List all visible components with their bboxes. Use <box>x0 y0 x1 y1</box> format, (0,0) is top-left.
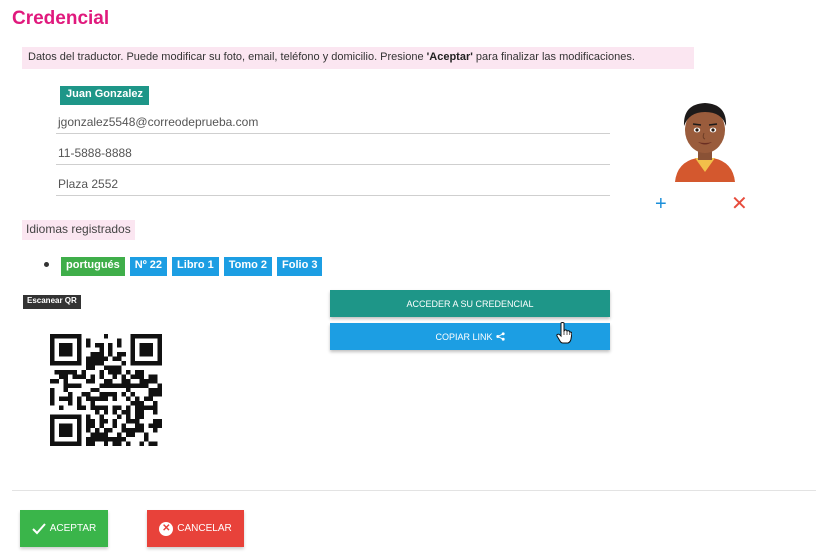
tomo-badge: Tomo 2 <box>223 257 273 276</box>
folio-badge: Folio 3 <box>277 257 323 276</box>
info-message: Datos del traductor. Puede modificar su … <box>22 47 694 69</box>
check-icon <box>32 522 46 534</box>
cancel-button[interactable]: ✕ CANCELAR <box>147 510 244 547</box>
access-credential-button[interactable]: ACCEDER A SU CREDENCIAL <box>330 290 610 317</box>
numero-badge: Nº 22 <box>129 257 168 276</box>
info-text-bold: 'Aceptar' <box>426 51 473 63</box>
language-tags: portugués Nº 22 Libro 1 Tomo 2 Folio 3 <box>61 257 323 276</box>
phone-field[interactable]: 11-5888-8888 <box>56 141 610 165</box>
avatar <box>675 103 735 182</box>
email-field[interactable]: jgonzalez5548@correodeprueba.com <box>56 110 610 134</box>
accept-button[interactable]: ACEPTAR <box>20 510 108 547</box>
list-bullet <box>44 262 49 267</box>
access-credential-label: ACCEDER A SU CREDENCIAL <box>406 298 534 309</box>
footer-divider <box>12 490 816 491</box>
translator-name-badge: Juan Gonzalez <box>60 86 150 105</box>
share-icon <box>495 332 505 341</box>
libro-badge: Libro 1 <box>172 257 219 276</box>
info-text-post: para finalizar las modificaciones. <box>472 51 635 63</box>
remove-photo-button[interactable]: ✕ <box>731 194 748 214</box>
address-field[interactable]: Plaza 2552 <box>56 172 610 196</box>
accept-label: ACEPTAR <box>49 523 97 534</box>
qr-code <box>50 334 162 446</box>
languages-header: Idiomas registrados <box>22 220 135 240</box>
scan-qr-label: Escanear QR <box>23 295 81 309</box>
info-text-pre: Datos del traductor. Puede modificar su … <box>28 51 427 63</box>
x-circle-icon: ✕ <box>159 521 174 536</box>
plus-icon: + <box>655 193 667 215</box>
language-badge: portugués <box>61 257 125 276</box>
hand-cursor-icon <box>556 322 572 344</box>
close-icon: ✕ <box>731 193 748 215</box>
copy-link-label: COPIAR LINK <box>435 331 493 342</box>
add-photo-button[interactable]: + <box>655 194 667 214</box>
page-title: Credencial <box>12 8 110 29</box>
cancel-label: CANCELAR <box>177 523 232 534</box>
